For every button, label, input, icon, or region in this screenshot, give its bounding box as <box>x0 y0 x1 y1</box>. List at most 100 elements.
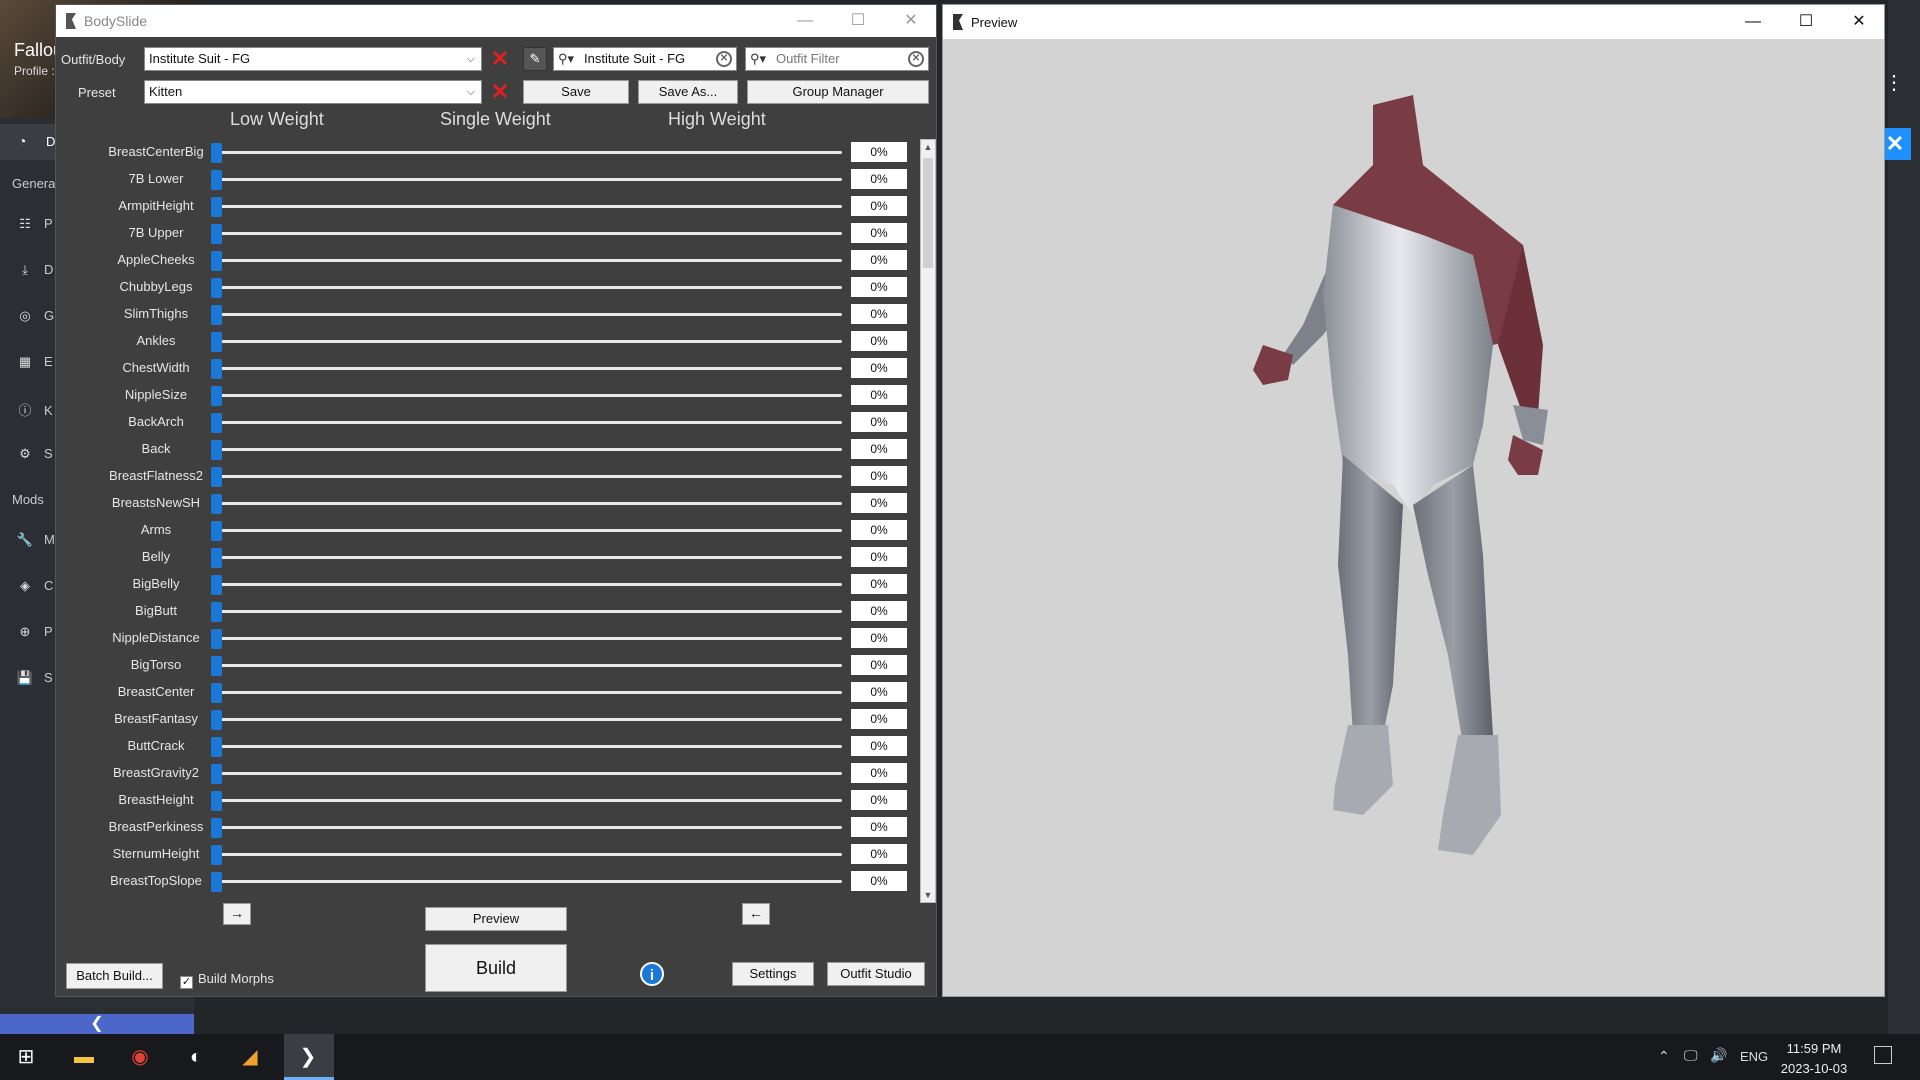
batch-build-button[interactable]: Batch Build... <box>66 963 163 989</box>
slider-value-input[interactable]: 0% <box>851 277 907 297</box>
slider-track[interactable] <box>214 367 842 370</box>
slider-track[interactable] <box>214 529 842 532</box>
slider-track[interactable] <box>214 340 842 343</box>
slider-track[interactable] <box>214 502 842 505</box>
slider-track[interactable] <box>214 583 842 586</box>
slider-thumb[interactable] <box>211 251 222 271</box>
slider-value-input[interactable]: 0% <box>851 439 907 459</box>
file-explorer-icon[interactable]: ▬ <box>68 1042 100 1072</box>
slider-thumb[interactable] <box>211 845 222 865</box>
clear-filter-icon[interactable]: ✕ <box>908 51 924 67</box>
slider-thumb[interactable] <box>211 413 222 433</box>
slider-value-input[interactable]: 0% <box>851 871 907 891</box>
slider-track[interactable] <box>214 556 842 559</box>
slider-track[interactable] <box>214 448 842 451</box>
slider-track[interactable] <box>214 610 842 613</box>
high-to-low-arrow-button[interactable]: ← <box>742 903 770 925</box>
slider-value-input[interactable]: 0% <box>851 655 907 675</box>
slider-value-input[interactable]: 0% <box>851 547 907 567</box>
app-icon[interactable]: ◢ <box>234 1042 266 1072</box>
slider-thumb[interactable] <box>211 143 222 163</box>
slider-thumb[interactable] <box>211 872 222 892</box>
group-manager-button[interactable]: Group Manager <box>747 80 929 104</box>
slider-thumb[interactable] <box>211 683 222 703</box>
host-item-game[interactable]: ◎ G <box>16 308 56 332</box>
maximize-button[interactable]: ☐ <box>1784 10 1828 34</box>
slider-thumb[interactable] <box>211 440 222 460</box>
slider-thumb[interactable] <box>211 602 222 622</box>
save-as-button[interactable]: Save As... <box>638 80 738 104</box>
slider-value-input[interactable]: 0% <box>851 682 907 702</box>
slider-thumb[interactable] <box>211 467 222 487</box>
language-indicator[interactable]: ENG <box>1740 1049 1768 1064</box>
build-morphs-checkbox-box[interactable]: ✓ <box>180 976 193 989</box>
slider-value-input[interactable]: 0% <box>851 844 907 864</box>
save-button[interactable]: Save <box>523 80 629 104</box>
outfit-studio-button[interactable]: Outfit Studio <box>827 962 925 986</box>
host-dashboard-item[interactable]: ◔ D <box>0 124 56 160</box>
info-icon[interactable]: i <box>640 962 664 986</box>
slider-value-input[interactable]: 0% <box>851 358 907 378</box>
slider-thumb[interactable] <box>211 575 222 595</box>
slider-track[interactable] <box>214 394 842 397</box>
slider-value-input[interactable]: 0% <box>851 169 907 189</box>
col-high-weight[interactable]: High Weight <box>668 109 766 130</box>
settings-button[interactable]: Settings <box>732 962 814 986</box>
minimize-button[interactable]: — <box>783 9 827 33</box>
slider-track[interactable] <box>214 205 842 208</box>
slider-thumb[interactable] <box>211 764 222 784</box>
pick-outfit-icon[interactable]: ✎ <box>523 47 547 71</box>
maximize-button[interactable]: ☐ <box>836 9 880 33</box>
clear-search-icon[interactable]: ✕ <box>716 51 732 67</box>
host-item-mods[interactable]: 🔧 M <box>16 532 56 556</box>
slider-thumb[interactable] <box>211 359 222 379</box>
host-item-knowledge[interactable]: ⓘ K <box>16 400 56 424</box>
slider-track[interactable] <box>214 799 842 802</box>
slider-track[interactable] <box>214 259 842 262</box>
host-item-saves[interactable]: 💾 S <box>16 670 56 694</box>
build-button[interactable]: Build <box>425 944 567 992</box>
slider-thumb[interactable] <box>211 332 222 352</box>
slider-thumb[interactable] <box>211 791 222 811</box>
slider-value-input[interactable]: 0% <box>851 817 907 837</box>
slider-thumb[interactable] <box>211 521 222 541</box>
slider-value-input[interactable]: 0% <box>851 250 907 270</box>
col-low-weight[interactable]: Low Weight <box>230 109 324 130</box>
host-item-plus[interactable]: ⊕ P <box>16 624 56 648</box>
low-to-high-arrow-button[interactable]: → <box>223 903 251 925</box>
slider-thumb[interactable] <box>211 224 222 244</box>
slider-value-input[interactable]: 0% <box>851 304 907 324</box>
slider-thumb[interactable] <box>211 170 222 190</box>
slider-value-input[interactable]: 0% <box>851 736 907 756</box>
scroll-down-icon[interactable]: ▼ <box>923 890 933 900</box>
volume-icon[interactable]: 🔊 <box>1710 1047 1727 1064</box>
slider-value-input[interactable]: 0% <box>851 223 907 243</box>
collapse-sidebar-button[interactable]: ❮ <box>0 1014 194 1034</box>
slider-value-input[interactable]: 0% <box>851 466 907 486</box>
network-icon[interactable]: 🖵 <box>1684 1047 1698 1064</box>
slider-value-input[interactable]: 0% <box>851 520 907 540</box>
slider-thumb[interactable] <box>211 629 222 649</box>
slider-track[interactable] <box>214 151 842 154</box>
preset-delete-button[interactable]: ✕ <box>488 80 512 104</box>
outfit-body-dropdown[interactable]: Institute Suit - FG ⌵ <box>144 47 482 71</box>
slider-track[interactable] <box>214 880 842 883</box>
outfit-filter-input[interactable]: ⚲▾ Outfit Filter ✕ <box>745 47 929 71</box>
slider-thumb[interactable] <box>211 386 222 406</box>
slider-value-input[interactable]: 0% <box>851 790 907 810</box>
slider-value-input[interactable]: 0% <box>851 142 907 162</box>
slider-value-input[interactable]: 0% <box>851 331 907 351</box>
slider-track[interactable] <box>214 232 842 235</box>
slider-thumb[interactable] <box>211 278 222 298</box>
notifications-icon[interactable] <box>1874 1046 1892 1064</box>
slider-track[interactable] <box>214 313 842 316</box>
close-button[interactable]: ✕ <box>889 9 933 33</box>
host-item-download[interactable]: ⤓ D <box>16 262 56 286</box>
slider-value-input[interactable]: 0% <box>851 709 907 729</box>
slider-thumb[interactable] <box>211 548 222 568</box>
host-item-extensions[interactable]: ▦ E <box>16 354 56 378</box>
col-single-weight[interactable]: Single Weight <box>440 109 551 130</box>
clock-time[interactable]: 11:59 PM <box>1774 1041 1854 1056</box>
scroll-thumb[interactable] <box>923 158 933 268</box>
slider-value-input[interactable]: 0% <box>851 385 907 405</box>
